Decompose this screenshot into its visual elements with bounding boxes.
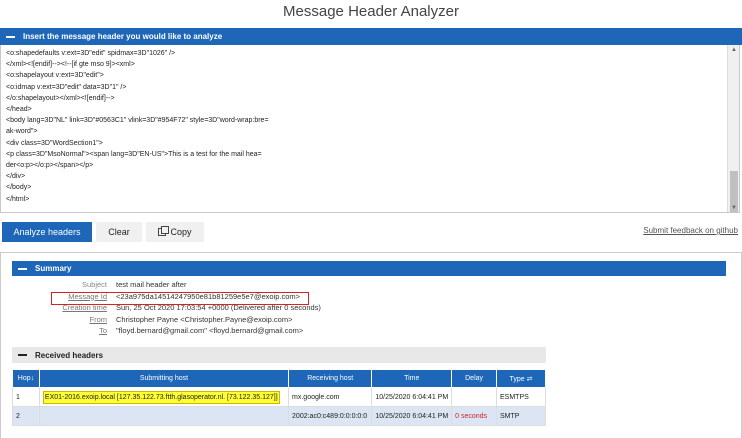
vertical-scrollbar[interactable]: ▲ ▼	[727, 45, 739, 212]
summary-label[interactable]: To	[12, 326, 107, 335]
collapse-icon[interactable]	[18, 354, 27, 356]
summary-value: test mail header after	[116, 280, 187, 289]
hop-cell: 2	[12, 406, 40, 426]
header-line: <div class=3D"WordSection1">	[6, 139, 103, 147]
app-title: Message Header Analyzer	[283, 3, 459, 20]
column-receiving-host[interactable]: Receiving host	[288, 369, 373, 388]
copy-icon	[158, 226, 170, 236]
scroll-up-icon[interactable]: ▲	[728, 45, 739, 55]
type-cell: ESMTPS	[496, 387, 546, 407]
summary-row-from: From Christopher Payne <Christopher.Payn…	[12, 315, 726, 327]
header-line: </body>	[6, 184, 32, 192]
column-type[interactable]: Type ⇄	[496, 369, 546, 388]
receiving-host-cell: 2002:ac0:c489:0:0:0:0:0	[288, 406, 373, 426]
header-line: </div>	[6, 173, 26, 181]
clear-button[interactable]: Clear	[96, 222, 142, 242]
delay-cell: 0 seconds	[451, 406, 497, 426]
summary-row-to: To "floyd.bernard@gmail.com" <floyd.bern…	[12, 326, 726, 338]
header-line: <o:shapedefaults v:ext=3D"edit" spidmax=…	[6, 50, 176, 57]
column-hop[interactable]: Hop↓	[12, 369, 40, 388]
insert-section-title: Insert the message header you would like…	[23, 32, 223, 41]
analyze-headers-button[interactable]: Analyze headers	[2, 222, 92, 242]
header-line: <o:idmap v:ext=3D"edit" data=3D"1" />	[6, 83, 127, 91]
header-line: </o:shapelayout></xml><![endif]-->	[6, 94, 115, 102]
delay-cell	[451, 387, 497, 407]
received-headers-table: Hop↓ Submitting host Receiving host Time…	[12, 369, 546, 426]
header-line	[6, 205, 726, 212]
message-id-highlight	[51, 292, 309, 305]
time-cell: 10/25/2020 6:04:41 PM	[371, 406, 453, 426]
submitting-host-cell	[38, 406, 290, 426]
header-text[interactable]: <o:shapedefaults v:ext=3D"edit" spidmax=…	[6, 48, 726, 212]
column-time[interactable]: Time	[371, 369, 453, 388]
insert-header-section-bar[interactable]: Insert the message header you would like…	[0, 28, 742, 45]
collapse-icon[interactable]	[6, 35, 15, 38]
header-line: </head>	[6, 106, 32, 114]
feedback-link[interactable]: Submit feedback on github	[643, 226, 738, 235]
table-row: 2 2002:ac0:c489:0:0:0:0:0 10/25/2020 6:0…	[12, 406, 546, 426]
column-delay[interactable]: Delay	[451, 369, 497, 388]
table-header-row: Hop↓ Submitting host Receiving host Time…	[12, 369, 546, 388]
summary-table: Subject test mail header after Message I…	[12, 280, 726, 338]
summary-label[interactable]: From	[12, 315, 108, 324]
toolbar: Analyze headers Clear Copy Submit feedba…	[0, 222, 742, 244]
type-cell: SMTP	[496, 406, 546, 426]
submitting-host-cell: EX01-2016.exoip.local [127.35.122.73.ftt…	[38, 387, 290, 407]
copy-button[interactable]: Copy	[146, 222, 204, 242]
scroll-down-icon[interactable]: ▼	[728, 203, 739, 212]
summary-title: Summary	[35, 264, 72, 273]
summary-label: Subject	[81, 280, 107, 289]
time-cell: 10/25/2020 6:04:41 PM	[371, 387, 453, 407]
hop-cell: 1	[12, 387, 40, 407]
receiving-host-cell: mx.google.com	[288, 387, 373, 407]
summary-section-bar[interactable]: Summary	[12, 261, 726, 276]
header-line: der<o:p></o:p></span></p>	[6, 162, 94, 170]
summary-value: "floyd.bernard@gmail.com" <floyd.bernard…	[116, 326, 304, 335]
header-line: </xml><![endif]--><!--[if gte mso 9]><xm…	[6, 61, 135, 69]
header-line: </html>	[6, 195, 30, 203]
summary-value: Christopher Payne <Christopher.Payne@exo…	[116, 314, 293, 324]
column-submitting-host[interactable]: Submitting host	[38, 369, 290, 388]
header-input-textarea[interactable]: <o:shapedefaults v:ext=3D"edit" spidmax=…	[0, 45, 740, 213]
received-title: Received headers	[35, 350, 104, 360]
submitting-host-highlight: EX01-2016.exoip.local [127.35.122.73.ftt…	[42, 390, 280, 404]
table-row: 1 EX01-2016.exoip.local [127.35.122.73.f…	[12, 387, 546, 407]
collapse-icon[interactable]	[18, 267, 27, 270]
header-line: <body lang=3D"NL" link=3D"#0563C1" vlink…	[6, 117, 269, 125]
header-line: <p class=3D"MsoNormal"><span lang=3D"EN-…	[6, 150, 262, 158]
copy-button-label: Copy	[170, 227, 192, 237]
summary-row-subject: Subject test mail header after	[12, 280, 726, 292]
header-line: <o:shapelayout v:ext=3D"edit">	[6, 72, 104, 80]
results-panel: Summary Subject test mail header after M…	[0, 252, 742, 438]
received-headers-section-bar[interactable]: Received headers	[12, 347, 546, 363]
header-line: ak-word">	[6, 128, 38, 136]
